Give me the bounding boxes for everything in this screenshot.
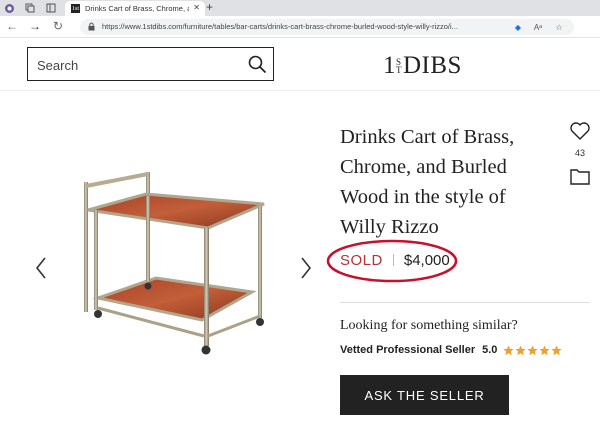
tag-icon[interactable]: ◆ — [512, 21, 524, 33]
address-bar-row: ← → ↻ https://www.1stdibs.com/furniture/… — [0, 16, 600, 38]
vetted-seller-label: Vetted Professional Seller — [340, 344, 476, 356]
red-annotation-ellipse — [326, 239, 458, 283]
search-placeholder: Search — [37, 58, 79, 73]
close-tab-icon[interactable]: ✕ — [193, 3, 200, 12]
tab-active[interactable]: 1st Drinks Cart of Brass, Chrome, and ✕ — [65, 1, 205, 16]
favorite-star-icon[interactable]: ☆ — [553, 21, 565, 33]
star-icon — [503, 344, 515, 355]
back-icon[interactable]: ← — [5, 19, 19, 33]
section-divider — [340, 302, 590, 303]
search-icon[interactable] — [247, 54, 267, 74]
url-field[interactable]: https://www.1stdibs.com/furniture/tables… — [80, 19, 574, 35]
new-tab-icon[interactable]: + — [206, 0, 213, 14]
product-title: Drinks Cart of Brass, Chrome, and Burled… — [340, 126, 515, 238]
search-input[interactable]: Search — [27, 47, 274, 81]
site-logo[interactable]: 1 S T DIBS — [383, 52, 462, 80]
folder-save-icon[interactable] — [569, 166, 591, 186]
tab-actions-icon[interactable] — [45, 2, 57, 14]
refresh-icon[interactable]: ↻ — [51, 19, 65, 33]
previous-image-arrow-icon[interactable] — [34, 256, 48, 280]
seller-rating-row: Vetted Professional Seller 5.0 — [340, 344, 563, 356]
logo-st-bottom: T — [396, 65, 402, 75]
next-image-arrow-icon[interactable] — [299, 256, 313, 280]
lock-icon[interactable] — [87, 22, 96, 31]
star-icon — [539, 344, 551, 355]
star-icon — [515, 344, 527, 355]
profile-icon[interactable] — [3, 2, 15, 14]
favorites-count: 43 — [574, 148, 585, 158]
logo-text-one: 1 — [383, 52, 396, 79]
logo-st: S T — [396, 58, 402, 75]
forward-icon[interactable]: → — [28, 19, 42, 33]
star-icon — [551, 344, 563, 355]
seller-rating-value: 5.0 — [482, 344, 498, 356]
ask-the-seller-button[interactable]: ASK THE SELLER — [340, 375, 509, 415]
heart-favorite-icon[interactable] — [569, 120, 591, 142]
site-favicon-icon: 1st — [71, 4, 80, 13]
logo-text-dibs: DIBS — [403, 52, 462, 79]
star-icon — [527, 344, 539, 355]
rating-stars — [503, 344, 563, 356]
similar-items-prompt: Looking for something similar? — [340, 318, 518, 333]
product-image-bar-cart[interactable] — [74, 170, 270, 366]
url-text: https://www.1stdibs.com/furniture/tables… — [102, 22, 458, 31]
workspaces-icon[interactable] — [24, 2, 36, 14]
tab-title: Drinks Cart of Brass, Chrome, and — [85, 4, 189, 13]
header-divider — [0, 90, 600, 91]
browser-tab-bar: 1st Drinks Cart of Brass, Chrome, and ✕ … — [0, 0, 600, 16]
read-aloud-icon[interactable]: Aᵃ — [532, 21, 544, 33]
